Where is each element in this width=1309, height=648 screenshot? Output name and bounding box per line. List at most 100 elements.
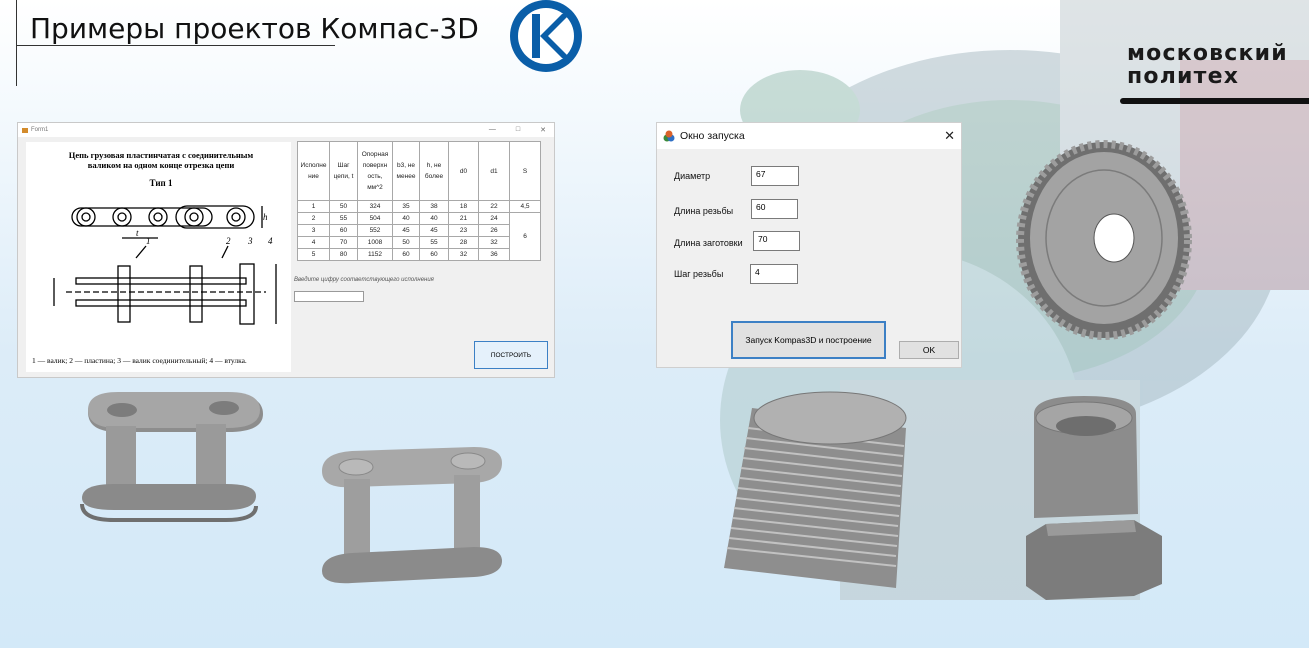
blank-length-label: Длина заготовки [674,238,743,248]
chain-drawing: Цепь грузовая пластинчатая с соединитель… [26,142,291,372]
table-cell: 1008 [357,236,393,249]
form1-window: Form1 — □ ✕ Цепь грузовая пластинчатая с… [17,122,555,378]
svg-text:1: 1 [146,236,151,246]
table-cell: 504 [357,212,393,225]
slide-title: Примеры проектов Компас-3D [30,12,479,45]
maximize-button[interactable]: □ [516,126,520,134]
form1-title: Form1 [31,127,49,133]
diameter-field[interactable]: 67 [751,166,799,186]
table-cell: 60 [419,248,449,261]
drawing-type: Тип 1 [149,178,173,188]
table-header: Опорная поверхн ость, мм^2 [357,141,393,201]
table-cell: 1152 [357,248,393,261]
table-header: b3, не менее [392,141,420,201]
svg-text:2: 2 [226,236,231,246]
svg-text:3: 3 [247,236,253,246]
table-header: h, не более [419,141,449,201]
app-icon [22,127,28,133]
variant-input[interactable] [294,291,364,302]
table-cell: 50 [329,200,358,213]
close-button[interactable]: ✕ [944,128,955,144]
table-cell: 55 [419,236,449,249]
table-cell-merged: 6 [509,212,541,261]
brand-line-2: политех [1127,64,1240,89]
svg-text:t: t [136,228,139,238]
diameter-label: Диаметр [674,171,711,181]
table-cell: 26 [478,224,510,237]
table-cell: 4,5 [509,200,541,213]
table-cell: 1 [297,200,330,213]
blank-length-field[interactable]: 70 [753,231,800,251]
table-row: 3 60 552 45 45 23 26 [297,224,541,237]
brand-line-1: московский [1127,41,1288,66]
launch-kompas-button[interactable]: Запуск Kompas3D и построение [731,321,886,359]
table-cell: 32 [478,236,510,249]
table-cell: 70 [329,236,358,249]
table-cell: 24 [478,212,510,225]
hex-nut-fitting-model-image [1026,396,1162,600]
launch-window: Окно запуска ✕ Диаметр 67 Длина резьбы 6… [656,122,962,368]
form1-titlebar: Form1 — □ ✕ [18,123,554,137]
app-icon [663,130,675,142]
table-cell: 4 [297,236,330,249]
build-button[interactable]: ПОСТРОИТЬ [474,341,548,369]
title-vertical-line [16,0,17,86]
table-header-row: Исполне ние Шаг цепи, t Опорная поверхн … [297,141,541,201]
variant-hint: Введите цифру соответствующего исполнени… [294,277,434,283]
table-header: d0 [448,141,479,201]
table-header: Шаг цепи, t [329,141,358,201]
thread-pitch-label: Шаг резьбы [674,269,724,279]
table-cell: 21 [448,212,479,225]
ok-button[interactable]: OK [899,341,959,359]
drawing-caption: 1 — валик; 2 — пластина; 3 — валик соеди… [32,356,247,365]
table-cell: 40 [392,212,420,225]
table-cell: 23 [448,224,479,237]
table-cell: 35 [392,200,420,213]
launch-titlebar: Окно запуска ✕ [657,123,961,149]
table-cell: 38 [419,200,449,213]
table-cell: 2 [297,212,330,225]
table-cell: 60 [329,224,358,237]
svg-text:4: 4 [268,236,273,246]
brand-logo: московский политех [1127,42,1288,88]
table-cell: 45 [419,224,449,237]
table-cell: 50 [392,236,420,249]
drawing-title-1: Цепь грузовая пластинчатая с соединитель… [68,150,254,160]
table-cell: 22 [478,200,510,213]
table-row: 5 80 1152 60 60 32 36 [297,248,541,261]
launch-title: Окно запуска [680,130,745,142]
table-cell: 28 [448,236,479,249]
threaded-cylinder-model-image [724,391,907,588]
spec-table: Исполне ние Шаг цепи, t Опорная поверхн … [297,141,541,261]
brand-bar [1120,98,1309,104]
title-underline [16,45,335,46]
thread-pitch-field[interactable]: 4 [750,264,798,284]
thread-length-field[interactable]: 60 [751,199,798,219]
svg-text:h: h [263,212,268,222]
table-cell: 36 [478,248,510,261]
table-cell: 40 [419,212,449,225]
table-cell: 32 [448,248,479,261]
table-header: d1 [478,141,510,201]
table-row: 1 50 324 35 38 18 22 4,5 [297,200,541,213]
table-cell: 55 [329,212,358,225]
chain-link-pin-model-image [322,447,502,584]
table-cell: 324 [357,200,393,213]
table-cell: 3 [297,224,330,237]
table-cell: 552 [357,224,393,237]
gear-model-image [1016,140,1192,340]
table-cell: 18 [448,200,479,213]
table-cell: 80 [329,248,358,261]
table-cell: 60 [392,248,420,261]
chain-sketch-icon: 1 2 3 4 t h [53,205,277,325]
drawing-title-2: валиком на одном конце отрезка цепи [87,160,235,170]
thread-length-label: Длина резьбы [674,206,734,216]
kompas-logo-icon [510,0,582,72]
table-header: Исполне ние [297,141,330,201]
chain-link-model-image [80,392,263,522]
minimize-button[interactable]: — [489,126,496,134]
close-button[interactable]: ✕ [540,126,546,134]
table-cell: 45 [392,224,420,237]
table-row: 2 55 504 40 40 21 24 6 [297,212,541,261]
table-header: S [509,141,541,201]
